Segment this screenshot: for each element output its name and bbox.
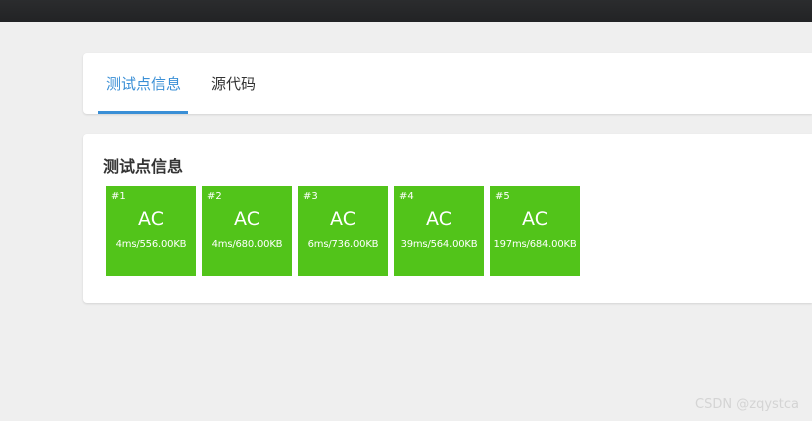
tab-source-code[interactable]: 源代码	[211, 53, 256, 114]
test-case-id: #3	[303, 191, 318, 202]
test-case-5[interactable]: #5 AC 197ms/684.00KB	[490, 186, 580, 276]
test-case-detail: 4ms/556.00KB	[115, 239, 187, 250]
test-case-status: AC	[234, 208, 260, 230]
test-case-id: #5	[495, 191, 510, 202]
test-case-1[interactable]: #1 AC 4ms/556.00KB	[106, 186, 196, 276]
test-case-detail: 39ms/564.00KB	[400, 239, 478, 250]
test-case-status: AC	[138, 208, 164, 230]
test-case-detail: 6ms/736.00KB	[307, 239, 379, 250]
test-case-detail: 4ms/680.00KB	[211, 239, 283, 250]
active-tab-indicator	[98, 111, 188, 114]
test-case-2[interactable]: #2 AC 4ms/680.00KB	[202, 186, 292, 276]
test-case-id: #2	[207, 191, 222, 202]
test-point-info-card: 测试点信息 #1 AC 4ms/556.00KB #2 AC 4ms/680.0…	[83, 134, 812, 303]
test-case-id: #1	[111, 191, 126, 202]
tabs-card: 测试点信息 源代码	[83, 53, 812, 114]
watermark: CSDN @zqystca	[695, 397, 799, 412]
test-case-id: #4	[399, 191, 414, 202]
test-case-list: #1 AC 4ms/556.00KB #2 AC 4ms/680.00KB #3…	[106, 186, 580, 276]
test-case-4[interactable]: #4 AC 39ms/564.00KB	[394, 186, 484, 276]
tab-test-point-info[interactable]: 测试点信息	[106, 53, 181, 114]
section-title: 测试点信息	[103, 157, 184, 176]
test-case-3[interactable]: #3 AC 6ms/736.00KB	[298, 186, 388, 276]
top-navbar	[0, 0, 812, 22]
test-case-status: AC	[426, 208, 452, 230]
test-case-status: AC	[330, 208, 356, 230]
test-case-detail: 197ms/684.00KB	[493, 239, 577, 250]
test-case-status: AC	[522, 208, 548, 230]
